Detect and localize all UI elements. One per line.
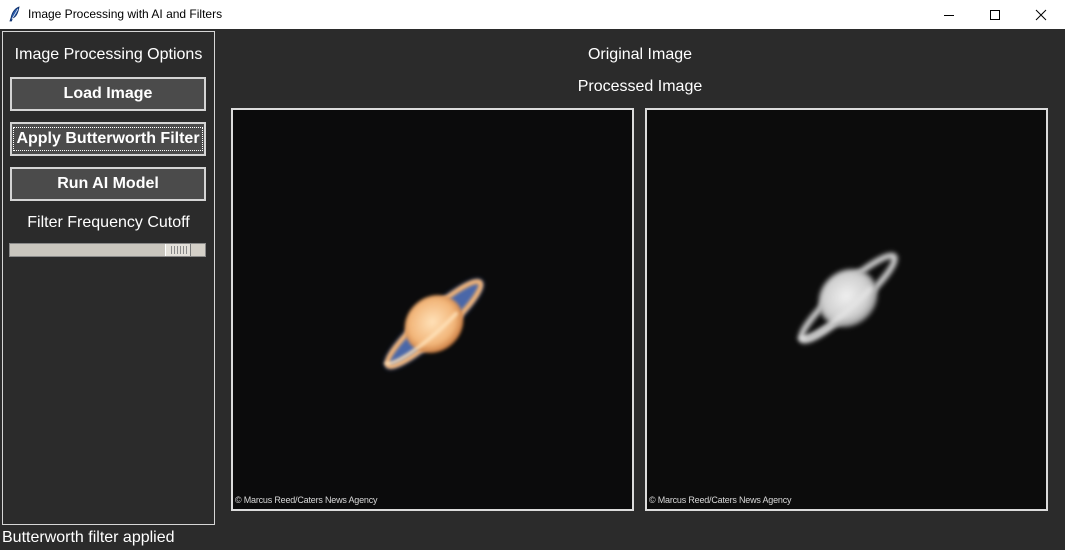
original-image-label: Original Image bbox=[587, 46, 693, 63]
slider-thumb[interactable] bbox=[165, 244, 191, 256]
run-ai-model-button[interactable]: Run AI Model bbox=[10, 167, 206, 201]
filter-cutoff-label: Filter Frequency Cutoff bbox=[27, 214, 190, 231]
apply-filter-label: Apply Butterworth Filter bbox=[13, 127, 203, 151]
window-title: Image Processing with AI and Filters bbox=[28, 7, 223, 21]
title-bar: Image Processing with AI and Filters bbox=[0, 0, 1065, 29]
minimize-button[interactable] bbox=[926, 0, 972, 29]
original-image-credit: © Marcus Reed/Caters News Agency bbox=[235, 495, 378, 505]
slider-fill bbox=[10, 244, 165, 256]
processed-image-panel: © Marcus Reed/Caters News Agency bbox=[645, 108, 1048, 511]
maximize-icon bbox=[990, 9, 1000, 20]
processed-image-label: Processed Image bbox=[577, 78, 703, 95]
options-sidebar: Image Processing Options Load Image Appl… bbox=[2, 31, 215, 525]
apply-butterworth-filter-button[interactable]: Apply Butterworth Filter bbox=[10, 122, 206, 156]
maximize-button[interactable] bbox=[972, 0, 1018, 29]
filter-cutoff-slider[interactable] bbox=[9, 243, 206, 257]
close-icon bbox=[1035, 9, 1047, 20]
load-image-label: Load Image bbox=[63, 85, 153, 102]
load-image-button[interactable]: Load Image bbox=[10, 77, 206, 111]
minimize-icon bbox=[944, 14, 954, 16]
close-button[interactable] bbox=[1018, 0, 1064, 29]
processed-image-credit: © Marcus Reed/Caters News Agency bbox=[649, 495, 792, 505]
run-ai-label: Run AI Model bbox=[57, 175, 159, 192]
status-text: Butterworth filter applied bbox=[2, 529, 175, 546]
saturn-processed-image bbox=[647, 110, 1046, 509]
original-image-panel: © Marcus Reed/Caters News Agency bbox=[231, 108, 634, 511]
saturn-original-image bbox=[233, 110, 632, 509]
feather-icon bbox=[8, 6, 22, 22]
sidebar-heading: Image Processing Options bbox=[14, 46, 203, 63]
